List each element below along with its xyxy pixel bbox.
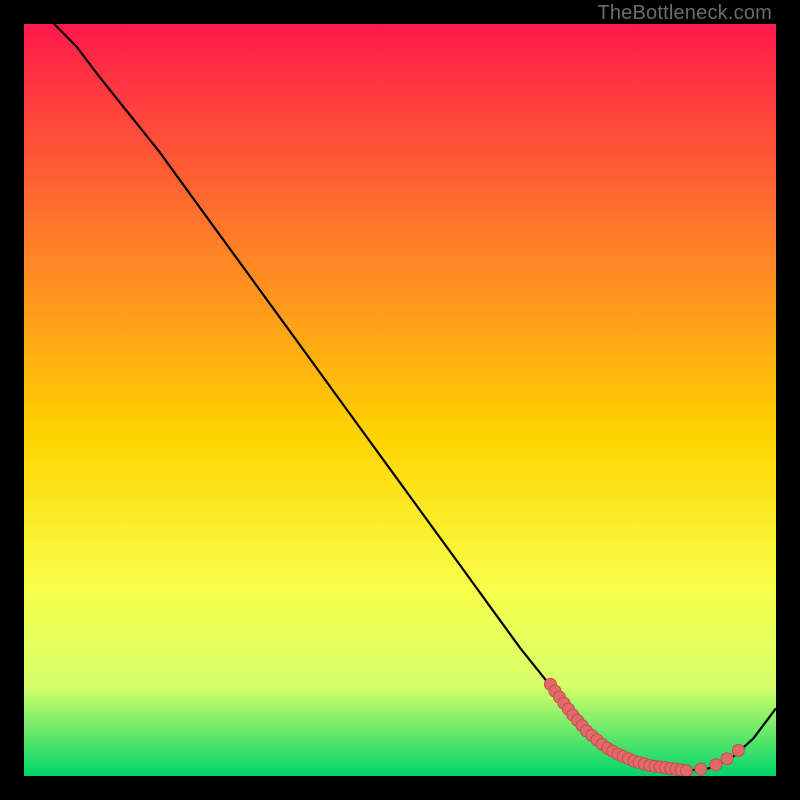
chart-svg: [24, 24, 776, 776]
curve-marker: [681, 765, 693, 776]
curve-marker: [721, 753, 733, 765]
curve-marker: [695, 763, 707, 775]
watermark-text: TheBottleneck.com: [597, 2, 772, 25]
gradient-background: [24, 24, 776, 776]
curve-marker: [732, 744, 744, 756]
curve-marker: [710, 759, 722, 771]
chart-plot-area: [24, 24, 776, 776]
